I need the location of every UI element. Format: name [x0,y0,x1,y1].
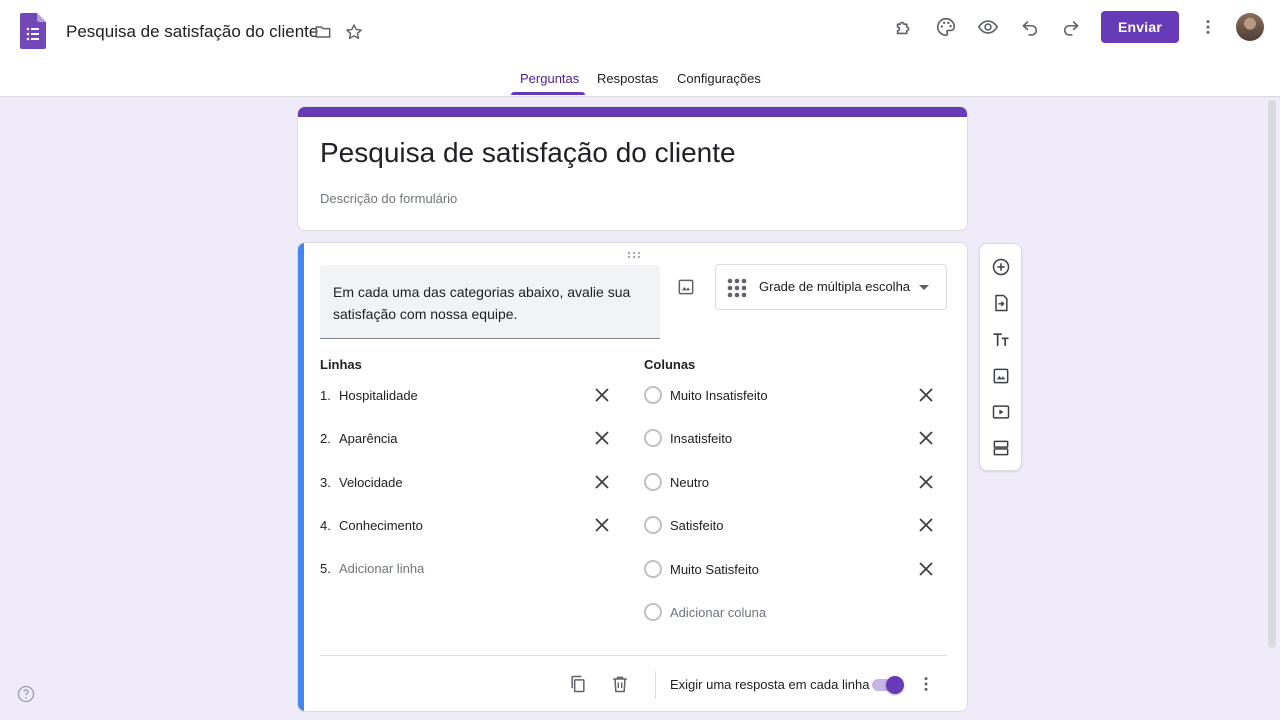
tab-bar: Perguntas Respostas Configurações [0,71,1280,97]
undo-icon[interactable] [1016,13,1044,41]
radio-icon [644,560,662,578]
app-header: Pesquisa de satisfação do cliente Enviar… [0,0,1280,97]
row-label[interactable]: Conhecimento [339,518,423,533]
grid-row-item[interactable]: 1. Hospitalidade [320,383,418,407]
remove-column-icon[interactable] [914,513,938,537]
column-label[interactable]: Neutro [670,475,709,490]
radio-icon [644,603,662,621]
row-number: 3. [320,474,331,490]
grid-column-item[interactable]: Satisfeito [644,513,723,537]
columns-heading: Colunas [644,357,696,372]
add-title-text-icon[interactable] [989,328,1013,352]
radio-icon [644,429,662,447]
remove-row-icon[interactable] [590,383,614,407]
addon-icon[interactable] [890,13,918,41]
folder-icon[interactable] [309,18,337,46]
avatar[interactable] [1236,13,1264,41]
row-label[interactable]: Aparência [339,431,398,446]
grid-row-item[interactable]: 3. Velocidade [320,470,403,494]
remove-column-icon[interactable] [914,557,938,581]
redo-icon[interactable] [1057,13,1085,41]
grid-column-item[interactable]: Insatisfeito [644,426,732,450]
remove-column-icon[interactable] [914,470,938,494]
palette-icon[interactable] [932,13,960,41]
dropdown-caret-icon [919,285,929,290]
radio-icon [644,516,662,534]
grid-column-item[interactable]: Muito Satisfeito [644,557,759,581]
remove-row-icon[interactable] [590,513,614,537]
add-row-input[interactable]: Adicionar linha [339,561,424,576]
active-tab-indicator [511,92,585,95]
star-icon[interactable] [340,18,368,46]
more-vert-icon[interactable] [1194,13,1222,41]
require-response-label: Exigir uma resposta em cada linha [670,677,870,692]
question-footer-divider [320,655,947,656]
toggle-thumb [886,676,904,694]
grid-column-item[interactable]: Muito Insatisfeito [644,383,768,407]
question-type-label: Grade de múltipla escolha [759,279,911,294]
column-label[interactable]: Satisfeito [670,518,723,533]
footer-vertical-divider [655,671,656,699]
column-label[interactable]: Muito Satisfeito [670,562,759,577]
add-section-icon[interactable] [989,436,1013,460]
question-focus-bar [298,243,304,711]
page-scrollbar[interactable] [1268,100,1276,648]
title-card-accent-bar [298,107,967,117]
preview-eye-icon[interactable] [974,13,1002,41]
send-button[interactable]: Enviar [1101,11,1179,43]
form-title[interactable]: Pesquisa de satisfação do cliente [320,137,736,169]
row-label[interactable]: Velocidade [339,475,403,490]
add-column-item[interactable]: Adicionar coluna [644,600,766,624]
doc-title[interactable]: Pesquisa de satisfação do cliente [66,22,318,42]
question-card[interactable]: Em cada uma das categorias abaixo, avali… [297,242,968,712]
import-questions-icon[interactable] [989,291,1013,315]
add-row-item[interactable]: 5. Adicionar linha [320,556,424,580]
row-label[interactable]: Hospitalidade [339,388,418,403]
grid-row-item[interactable]: 4. Conhecimento [320,513,423,537]
grid-row-item[interactable]: 2. Aparência [320,426,398,450]
add-question-icon[interactable] [989,255,1013,279]
question-more-icon[interactable] [914,672,938,696]
question-type-select[interactable]: Grade de múltipla escolha [715,264,947,310]
add-video-icon[interactable] [989,400,1013,424]
drag-handle-icon[interactable] [627,251,641,259]
duplicate-icon[interactable] [566,672,590,696]
row-number: 5. [320,560,331,576]
form-title-card: Pesquisa de satisfação do cliente Descri… [297,106,968,231]
grid-column-item[interactable]: Neutro [644,470,709,494]
grid-icon [727,278,747,298]
radio-icon [644,386,662,404]
row-number: 2. [320,430,331,446]
remove-column-icon[interactable] [914,383,938,407]
forms-logo-icon[interactable] [20,13,46,49]
add-image-icon[interactable] [674,275,698,299]
tab-perguntas[interactable]: Perguntas [520,71,579,86]
question-title-input[interactable]: Em cada uma das categorias abaixo, avali… [320,265,660,339]
delete-icon[interactable] [608,672,632,696]
add-image-icon[interactable] [989,364,1013,388]
require-response-toggle[interactable] [872,676,906,694]
side-toolbar [979,243,1022,471]
row-number: 1. [320,387,331,403]
help-icon[interactable] [16,684,36,704]
tab-respostas[interactable]: Respostas [597,71,658,86]
tab-configuracoes[interactable]: Configurações [677,71,761,86]
column-label[interactable]: Insatisfeito [670,431,732,446]
remove-row-icon[interactable] [590,426,614,450]
row-number: 4. [320,517,331,533]
remove-row-icon[interactable] [590,470,614,494]
radio-icon [644,473,662,491]
add-column-input[interactable]: Adicionar coluna [670,605,766,620]
remove-column-icon[interactable] [914,426,938,450]
rows-heading: Linhas [320,357,362,372]
column-label[interactable]: Muito Insatisfeito [670,388,768,403]
form-description-field[interactable]: Descrição do formulário [320,191,457,206]
